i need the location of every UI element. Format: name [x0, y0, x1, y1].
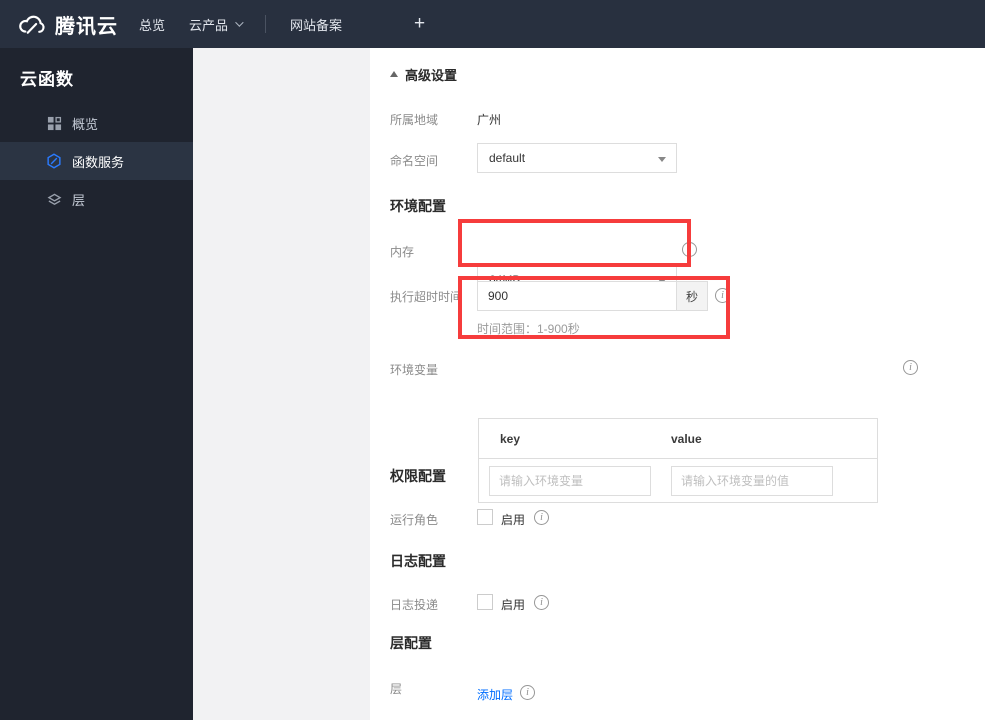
envvars-table: key value: [478, 418, 878, 503]
tencent-cloud-logo[interactable]: 腾讯云: [16, 10, 118, 39]
memory-label: 内存: [390, 245, 415, 259]
log-config-title: 日志配置: [390, 553, 446, 569]
sidebar-item-layers[interactable]: 层: [0, 180, 193, 218]
brand-name: 腾讯云: [55, 15, 118, 38]
nav-item-icp-filing-label: 网站备案: [290, 17, 343, 33]
collapse-arrow-icon: [390, 70, 398, 77]
memory-info-icon[interactable]: [682, 242, 697, 257]
advanced-settings-toggle[interactable]: 高级设置: [390, 65, 457, 84]
sidebar-item-layers-label: 层: [72, 192, 86, 208]
log-delivery-enable-checkbox[interactable]: [477, 594, 493, 610]
timeout-range-hint: 时间范围：1-900秒: [477, 322, 580, 336]
timeout-unit-suffix: 秒: [677, 281, 708, 311]
sidebar-item-function-service[interactable]: 函数服务: [0, 142, 193, 180]
dropdown-caret-icon: [658, 157, 666, 162]
timeout-info-icon[interactable]: [715, 288, 730, 303]
run-role-enable-checkbox[interactable]: [477, 509, 493, 525]
advanced-settings-label: 高级设置: [405, 68, 458, 83]
envvar-value-input[interactable]: [671, 466, 833, 496]
log-delivery-info-icon[interactable]: [534, 595, 549, 610]
log-delivery-label: 日志投递: [390, 598, 439, 612]
nav-item-overview[interactable]: 总览: [139, 0, 165, 48]
nav-divider: [265, 15, 267, 33]
sidebar: 云函数 概览 函数服务 层: [0, 48, 193, 720]
nav-item-cloud-products-label: 云产品: [189, 17, 229, 33]
nav-item-cloud-products[interactable]: 云产品: [189, 0, 244, 48]
cloud-logo-icon: [16, 13, 46, 36]
sidebar-item-overview[interactable]: 概览: [0, 104, 193, 142]
permission-config-title: 权限配置: [390, 468, 446, 484]
add-layer-info-icon[interactable]: [520, 685, 535, 700]
grid-icon: [46, 115, 62, 131]
envvars-info-icon[interactable]: [903, 360, 918, 375]
top-navigation: 总览 云产品 网站备案 +: [139, 0, 425, 48]
sidebar-title: 云函数: [20, 70, 74, 89]
namespace-label: 命名空间: [390, 154, 439, 168]
region-label: 所属地域: [390, 113, 439, 127]
layer-label: 层: [390, 682, 403, 696]
sidebar-item-function-service-label: 函数服务: [72, 154, 125, 170]
log-delivery-enable-label: 启用: [501, 598, 526, 612]
run-role-label: 运行角色: [390, 513, 439, 527]
chevron-down-icon: [235, 18, 244, 27]
timeout-input[interactable]: [477, 281, 677, 311]
nav-item-icp-filing[interactable]: 网站备案: [290, 0, 342, 48]
function-config-panel: 高级设置 所属地域 广州 命名空间 default 环境配置 内存 64MB 执…: [370, 48, 985, 720]
envvars-table-row: [479, 459, 877, 503]
run-role-enable-label: 启用: [501, 513, 526, 527]
envvars-label: 环境变量: [390, 363, 439, 377]
layers-icon: [46, 191, 62, 207]
namespace-selected-value: default: [489, 151, 526, 165]
namespace-select[interactable]: default: [477, 143, 677, 173]
scf-hexagon-icon: [46, 153, 62, 169]
add-layer-link[interactable]: 添加层: [477, 686, 513, 703]
envvars-key-header: key: [500, 432, 521, 446]
timeout-input-group: 秒: [477, 281, 708, 311]
envvar-key-input[interactable]: [489, 466, 651, 496]
nav-item-overview-label: 总览: [139, 17, 166, 33]
region-value: 广州: [477, 113, 502, 127]
environment-config-title: 环境配置: [390, 198, 446, 214]
layer-config-title: 层配置: [390, 635, 432, 651]
run-role-info-icon[interactable]: [534, 510, 549, 525]
topbar: 腾讯云 总览 云产品 网站备案 +: [0, 0, 985, 48]
add-nav-tab-button[interactable]: +: [414, 13, 425, 35]
sidebar-item-overview-label: 概览: [72, 116, 99, 132]
envvars-table-header: key value: [479, 419, 877, 459]
timeout-label: 执行超时时间: [390, 290, 463, 304]
collapsed-panel-background: [193, 48, 370, 720]
highlight-box-memory: [458, 219, 691, 267]
envvars-value-header: value: [671, 432, 702, 446]
